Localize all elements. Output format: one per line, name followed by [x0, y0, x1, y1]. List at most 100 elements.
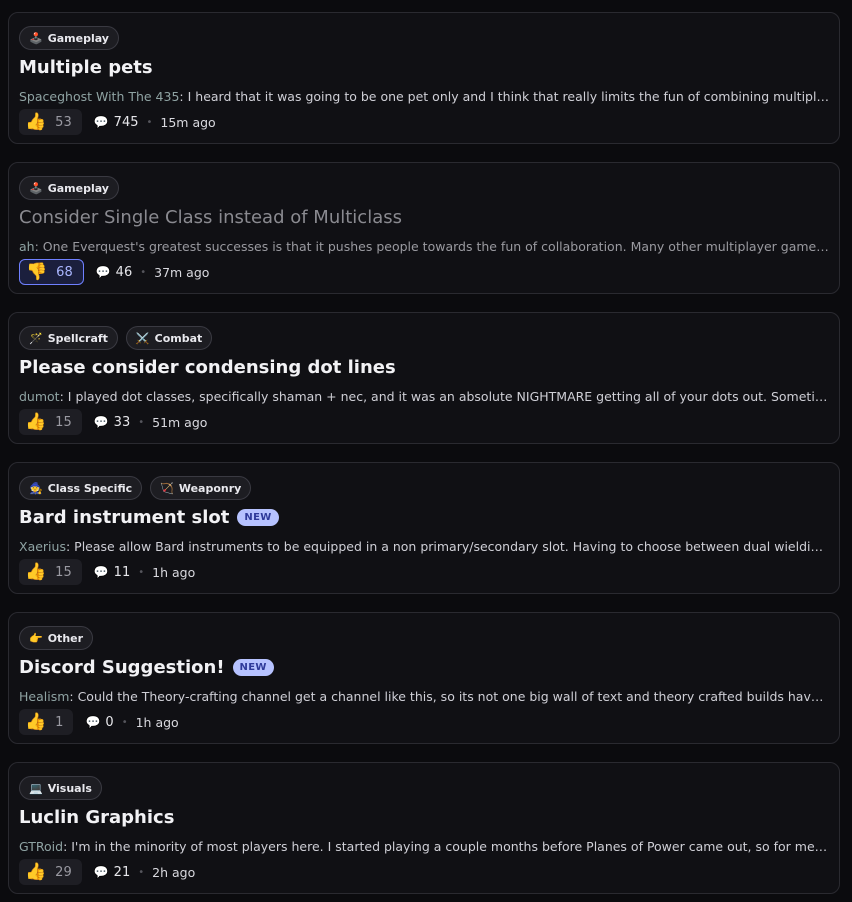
post-title[interactable]: Please consider condensing dot lines	[19, 357, 396, 378]
post-excerpt: GTRoid: I'm in the minority of most play…	[19, 839, 829, 854]
vote-button[interactable]: 👍 15	[19, 559, 82, 585]
tag-list: 🧙 Class Specific 🏹 Weaponry	[19, 476, 252, 500]
comment-count-link[interactable]: 💬 21	[94, 865, 131, 880]
post-author[interactable]: GTRoid	[19, 839, 63, 854]
joystick-icon: 🕹️	[29, 31, 43, 45]
category-tag[interactable]: 💻 Visuals	[19, 776, 102, 800]
post-time: 51m ago	[152, 414, 208, 430]
meta-separator: •	[138, 416, 145, 428]
post-card[interactable]: 👉 Other Discord Suggestion! NEW Healism: …	[8, 612, 840, 744]
post-excerpt: ah: One Everquest's greatest successes i…	[19, 239, 829, 254]
excerpt-text: : I'm in the minority of most players he…	[63, 839, 829, 854]
tag-list: 🕹️ Gameplay	[19, 176, 119, 200]
laptop-icon: 💻	[29, 781, 43, 795]
comment-count-link[interactable]: 💬 33	[94, 415, 131, 430]
comment-bubble-icon: 💬	[95, 265, 111, 279]
title-row: Bard instrument slot NEW	[19, 507, 279, 528]
vote-count: 1	[55, 714, 64, 730]
tag-list: 👉 Other	[19, 626, 94, 650]
post-author[interactable]: Healism	[19, 689, 69, 704]
post-author[interactable]: Xaerius	[19, 539, 66, 554]
vote-button[interactable]: 👎 68	[19, 259, 84, 285]
category-tag-label: Combat	[154, 331, 203, 345]
excerpt-text: : Please allow Bard instruments to be eq…	[65, 539, 829, 554]
comment-count: 745	[113, 114, 139, 130]
post-card[interactable]: 🪄 Spellcraft ⚔️ Combat Please consider cond…	[8, 312, 840, 444]
vote-button[interactable]: 👍 1	[19, 709, 74, 735]
post-title[interactable]: Consider Single Class instead of Multicl…	[19, 207, 402, 228]
vote-button[interactable]: 👍 53	[19, 109, 82, 135]
comment-count-link[interactable]: 💬 0	[85, 715, 113, 730]
vote-count: 15	[55, 564, 72, 580]
post-excerpt: Xaerius: Please allow Bard instruments t…	[19, 539, 829, 554]
comment-count-link[interactable]: 💬 46	[96, 265, 133, 280]
thumbs-up-icon: 👍	[25, 561, 47, 582]
post-card[interactable]: 🧙 Class Specific 🏹 Weaponry Bard instrument…	[8, 462, 840, 594]
comment-bubble-icon: 💬	[93, 415, 109, 429]
category-tag[interactable]: 👉 Other	[19, 626, 94, 650]
post-author[interactable]: Spaceghost With The 435	[19, 89, 179, 104]
category-tag[interactable]: 🏹 Weaponry	[150, 476, 252, 500]
category-tag-label: Gameplay	[47, 31, 109, 45]
thumbs-up-icon: 👍	[25, 111, 47, 132]
vote-button[interactable]: 👍 29	[19, 859, 82, 885]
post-time: 37m ago	[154, 264, 210, 280]
title-row: Luclin Graphics	[19, 807, 174, 828]
category-tag[interactable]: 🕹️ Gameplay	[19, 176, 119, 200]
vote-button[interactable]: 👍 15	[19, 409, 82, 435]
title-row: Consider Single Class instead of Multicl…	[19, 207, 402, 228]
comment-count: 33	[113, 414, 131, 430]
post-title[interactable]: Bard instrument slot	[19, 507, 229, 528]
comment-count: 21	[113, 864, 131, 880]
comment-bubble-icon: 💬	[93, 565, 109, 579]
comment-bubble-icon: 💬	[93, 115, 109, 129]
new-badge: NEW	[232, 659, 274, 676]
comment-count-link[interactable]: 💬 745	[94, 115, 139, 130]
pointing-hand-icon: 👉	[29, 631, 43, 645]
post-author[interactable]: dumot	[19, 389, 60, 404]
comment-bubble-icon: 💬	[93, 865, 109, 879]
comment-count: 46	[115, 264, 133, 280]
tag-list: 🪄 Spellcraft ⚔️ Combat	[19, 326, 213, 350]
vote-count: 15	[55, 414, 72, 430]
category-tag[interactable]: 🪄 Spellcraft	[19, 326, 118, 350]
category-tag[interactable]: 🧙 Class Specific	[19, 476, 143, 500]
post-author[interactable]: ah	[19, 239, 35, 254]
category-tag-label: Other	[47, 631, 84, 645]
post-excerpt: Healism: Could the Theory-crafting chann…	[19, 689, 829, 704]
post-meta: 👎 68 💬 46 • 37m ago	[19, 259, 209, 285]
post-title[interactable]: Luclin Graphics	[19, 807, 174, 828]
thumbs-up-icon: 👍	[25, 711, 47, 732]
category-tag-label: Visuals	[47, 781, 92, 795]
post-time: 1h ago	[135, 714, 179, 730]
meta-separator: •	[138, 566, 145, 578]
post-meta: 👍 15 💬 33 • 51m ago	[19, 409, 207, 435]
post-excerpt: dumot: I played dot classes, specificall…	[19, 389, 829, 404]
comment-count-link[interactable]: 💬 11	[94, 565, 131, 580]
post-card[interactable]: 🕹️ Gameplay Multiple pets Spaceghost With…	[8, 12, 840, 144]
category-tag[interactable]: ⚔️ Combat	[125, 326, 213, 350]
new-badge: NEW	[237, 509, 279, 526]
tag-list: 🕹️ Gameplay	[19, 26, 119, 50]
comment-count: 11	[113, 564, 131, 580]
post-excerpt: Spaceghost With The 435: I heard that it…	[19, 89, 829, 104]
excerpt-text: : One Everquest's greatest successes is …	[34, 239, 829, 254]
post-card[interactable]: 💻 Visuals Luclin Graphics GTRoid: I'm in …	[8, 762, 840, 894]
comment-bubble-icon: 💬	[85, 715, 101, 729]
post-title[interactable]: Multiple pets	[19, 57, 153, 78]
title-row: Discord Suggestion! NEW	[19, 657, 274, 678]
wizard-icon: 🧙	[29, 481, 43, 495]
title-row: Please consider condensing dot lines	[19, 357, 396, 378]
post-title[interactable]: Discord Suggestion!	[19, 657, 225, 678]
thumbs-up-icon: 👍	[25, 861, 47, 882]
category-tag-label: Class Specific	[47, 481, 133, 495]
category-tag[interactable]: 🕹️ Gameplay	[19, 26, 119, 50]
category-tag-label: Weaponry	[178, 481, 242, 495]
post-card[interactable]: 🕹️ Gameplay Consider Single Class instead…	[8, 162, 840, 294]
tag-list: 💻 Visuals	[19, 776, 102, 800]
thumbs-up-icon: 👍	[25, 411, 47, 432]
post-time: 2h ago	[152, 864, 196, 880]
vote-count: 53	[55, 114, 72, 130]
excerpt-text: : I heard that it was going to be one pe…	[179, 89, 829, 104]
post-time: 15m ago	[160, 114, 216, 130]
